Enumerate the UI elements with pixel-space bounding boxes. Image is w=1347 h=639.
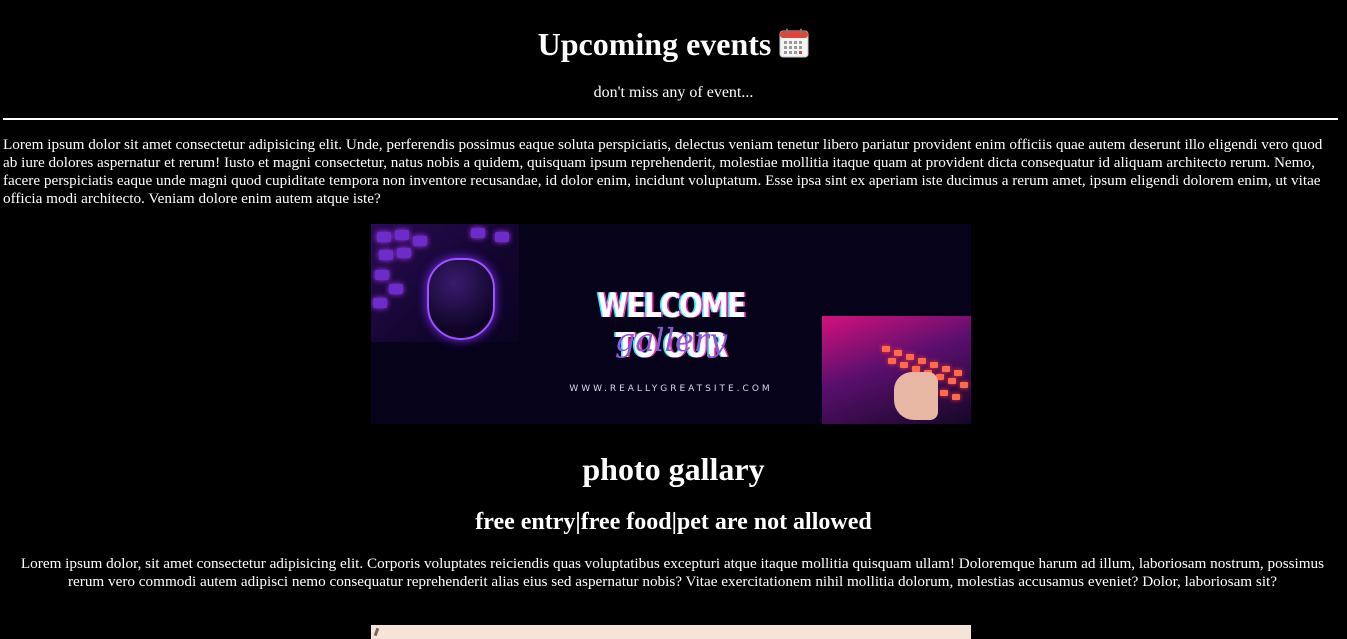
page-subtitle: don't miss any of event... [593, 84, 754, 101]
calendar-icon [779, 28, 809, 58]
intro-paragraph: Lorem ipsum dolor sit amet consectetur a… [3, 136, 1323, 207]
hand-graphic [894, 372, 938, 420]
banner-url: WWW.REALLYGREATSITE.COM [569, 384, 773, 394]
page: Upcoming events don't miss any of event.… [0, 0, 1347, 639]
gallery-image-partial [371, 625, 971, 639]
page-title: Upcoming events [537, 26, 772, 62]
event-info: free entry|free food|pet are not allowed [475, 509, 872, 535]
image-detail [373, 627, 380, 637]
divider [3, 118, 1338, 120]
page-title-row: Upcoming events [0, 24, 1347, 64]
gallery-paragraph: Lorem ipsum dolor, sit amet consectetur … [20, 555, 1325, 590]
mouse-icon [427, 258, 495, 340]
keyboard-mouse-photo [371, 224, 519, 342]
gaming-keyboard-photo [822, 316, 971, 424]
banner-script-text: gallery [614, 321, 728, 359]
gallery-title: photo gallary [582, 451, 765, 487]
gallery-banner-image: WELCOME TO OUR gallery WWW.REALLYGREATSI… [371, 224, 971, 424]
